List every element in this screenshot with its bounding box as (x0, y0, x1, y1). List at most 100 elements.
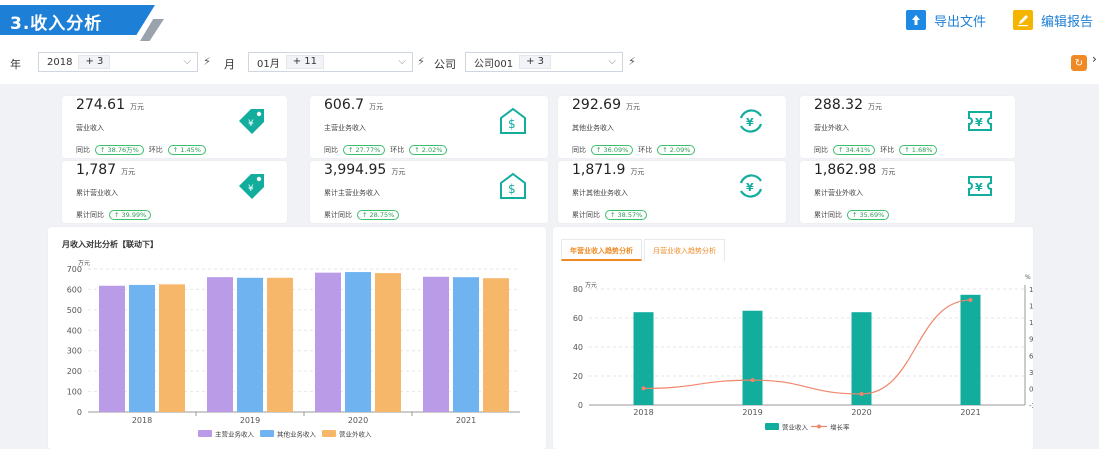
y-tick-label: 80 (573, 285, 583, 294)
kpi-card-main-business: 606.7 万元 主营业务收入 同比 ↑ 27.77% 环比 ↑ 2.02% $ (310, 96, 548, 158)
app: 3.收入分析 导出文件 编辑报告 年 2018 + 3 ⌵ ⚡ 月 01月 + … (0, 0, 1099, 449)
mom-badge: ↑ 1.45% (167, 145, 206, 155)
refresh-icon[interactable]: ↻ (1071, 55, 1087, 71)
svg-text:¥: ¥ (746, 116, 754, 129)
kpi-label: 累计其他业务收入 (572, 189, 628, 197)
y-tick-label: 20 (573, 372, 583, 381)
growth-point (859, 391, 864, 396)
kpi-footer: 同比 ↑ 36.09% 环比 ↑ 2.09% (572, 145, 696, 155)
y2-tick-label: 9% (1029, 336, 1033, 344)
bar (159, 284, 185, 412)
kpi-card-cum-revenue: 1,787 万元 累计营业收入 累计同比 ↑ 39.99% ¥ (62, 161, 287, 223)
svg-text:¥: ¥ (746, 181, 754, 194)
svg-text:¥: ¥ (248, 184, 254, 194)
bar (423, 276, 449, 412)
clear-filter-icon[interactable]: ⚡ (625, 54, 639, 68)
year-select[interactable]: 2018 + 3 ⌵ (38, 52, 198, 72)
legend-label: 增长率 (830, 423, 850, 432)
svg-text:$: $ (508, 117, 516, 131)
legend-point (817, 424, 821, 429)
yoy-badge: ↑ 27.77% (343, 145, 386, 155)
bar (375, 273, 401, 412)
x-tick-label: 2021 (960, 408, 980, 417)
y-unit-label: 万元 (78, 260, 90, 267)
export-button[interactable]: 导出文件 (906, 10, 986, 30)
kpi-card-cum-other-business: 1,871.9 万元 累计其他业务收入 累计同比 ↑ 38.57% ¥ (558, 161, 786, 223)
revenue-trend-panel: 年营业收入趋势分析 月营业收入趋势分析 020406080万元%-3%0%3%6… (553, 227, 1033, 449)
filter-bar: 年 2018 + 3 ⌵ ⚡ 月 01月 + 11 ⌵ ⚡ 公司 公司001 +… (0, 50, 1099, 76)
svg-text:¥: ¥ (975, 116, 983, 129)
mom-badge: ↑ 1.68% (899, 145, 938, 155)
header: 3.收入分析 导出文件 编辑报告 (0, 0, 1099, 44)
clear-filter-icon[interactable]: ⚡ (200, 54, 214, 68)
bar (99, 285, 125, 412)
yoy-badge: ↑ 36.09% (591, 145, 634, 155)
kpi-value: 274.61 万元 (76, 97, 144, 113)
collapse-icon[interactable]: › (1092, 52, 1099, 70)
yen-ticket-icon: ¥ (968, 111, 992, 131)
mom-badge: ↑ 2.09% (657, 145, 696, 155)
y-unit-label: 万元 (585, 282, 597, 289)
svg-text:¥: ¥ (975, 181, 983, 194)
mom-badge: ↑ 2.02% (409, 145, 448, 155)
kpi-card-other-business: 292.69 万元 其他业务收入 同比 ↑ 36.09% 环比 ↑ 2.09% ¥ (558, 96, 786, 158)
bar (237, 277, 263, 412)
kpi-value: 3,994.95 万元 (324, 162, 406, 178)
y2-tick-label: 18% (1029, 286, 1033, 294)
year-label: 年 (10, 58, 21, 71)
growth-point (641, 386, 646, 391)
bar (633, 312, 654, 405)
kpi-label: 累计营业外收入 (814, 189, 863, 197)
month-extra: + 11 (285, 55, 325, 69)
company-select[interactable]: 公司001 + 3 ⌵ (465, 52, 623, 72)
growth-point (968, 298, 973, 303)
clear-filter-icon[interactable]: ⚡ (414, 54, 428, 68)
edit-icon (1013, 10, 1033, 30)
y-tick-label: 40 (573, 343, 583, 352)
yoy-badge: ↑ 39.99% (109, 210, 152, 220)
legend-swatch (260, 430, 274, 437)
edit-label: 编辑报告 (1041, 14, 1094, 30)
kpi-footer: 累计同比 ↑ 38.57% (572, 210, 648, 220)
bar (960, 294, 981, 405)
kpi-label: 营业外收入 (814, 124, 849, 132)
yen-cycle-icon: ¥ (739, 174, 763, 198)
bar (267, 277, 293, 412)
tag-icon: ¥ (239, 174, 264, 199)
legend-label: 其他业务收入 (277, 430, 317, 439)
legend-swatch (198, 430, 212, 437)
y2-tick-label: 3% (1029, 369, 1033, 377)
kpi-footer: 同比 ↑ 34.41% 环比 ↑ 1.68% (814, 145, 938, 155)
x-tick-label: 2019 (240, 416, 260, 425)
kpi-card-cum-main-business: 3,994.95 万元 累计主营业务收入 累计同比 ↑ 28.75% $ (310, 161, 548, 223)
yoy-badge: ↑ 34.41% (833, 145, 876, 155)
x-tick-label: 2018 (132, 416, 152, 425)
y2-tick-label: -3% (1029, 402, 1033, 410)
y-tick-label: 600 (67, 285, 82, 294)
company-value: 公司001 (474, 58, 514, 70)
y2-tick-label: 15% (1029, 303, 1033, 311)
month-select[interactable]: 01月 + 11 ⌵ (248, 52, 413, 72)
yen-ticket-icon: ¥ (968, 176, 992, 196)
edit-report-button[interactable]: 编辑报告 (1013, 10, 1093, 30)
yoy-badge: ↑ 38.76万% (95, 145, 144, 155)
upload-icon (906, 10, 926, 30)
kpi-value: 1,787 万元 (76, 162, 136, 178)
kpi-label: 累计主营业务收入 (324, 189, 380, 197)
month-value: 01月 (257, 58, 280, 70)
month-label: 月 (224, 58, 235, 71)
x-tick-label: 2019 (742, 408, 762, 417)
yoy-badge: ↑ 28.75% (357, 210, 400, 220)
bar (483, 278, 509, 412)
kpi-footer: 同比 ↑ 38.76万% 环比 ↑ 1.45% (76, 145, 206, 155)
bar (129, 284, 155, 412)
y-tick-label: 300 (67, 347, 82, 356)
bar (742, 310, 763, 405)
bar (453, 277, 479, 412)
legend-label: 主营业务收入 (215, 430, 255, 439)
company-label: 公司 (434, 58, 456, 71)
monthly-comparison-chart: 0100200300400500600700万元2018 2019 2020 2021… (67, 260, 520, 439)
company-extra: + 3 (519, 55, 552, 69)
y-tick-label: 0 (578, 401, 583, 410)
chevron-down-icon: ⌵ (608, 56, 616, 67)
